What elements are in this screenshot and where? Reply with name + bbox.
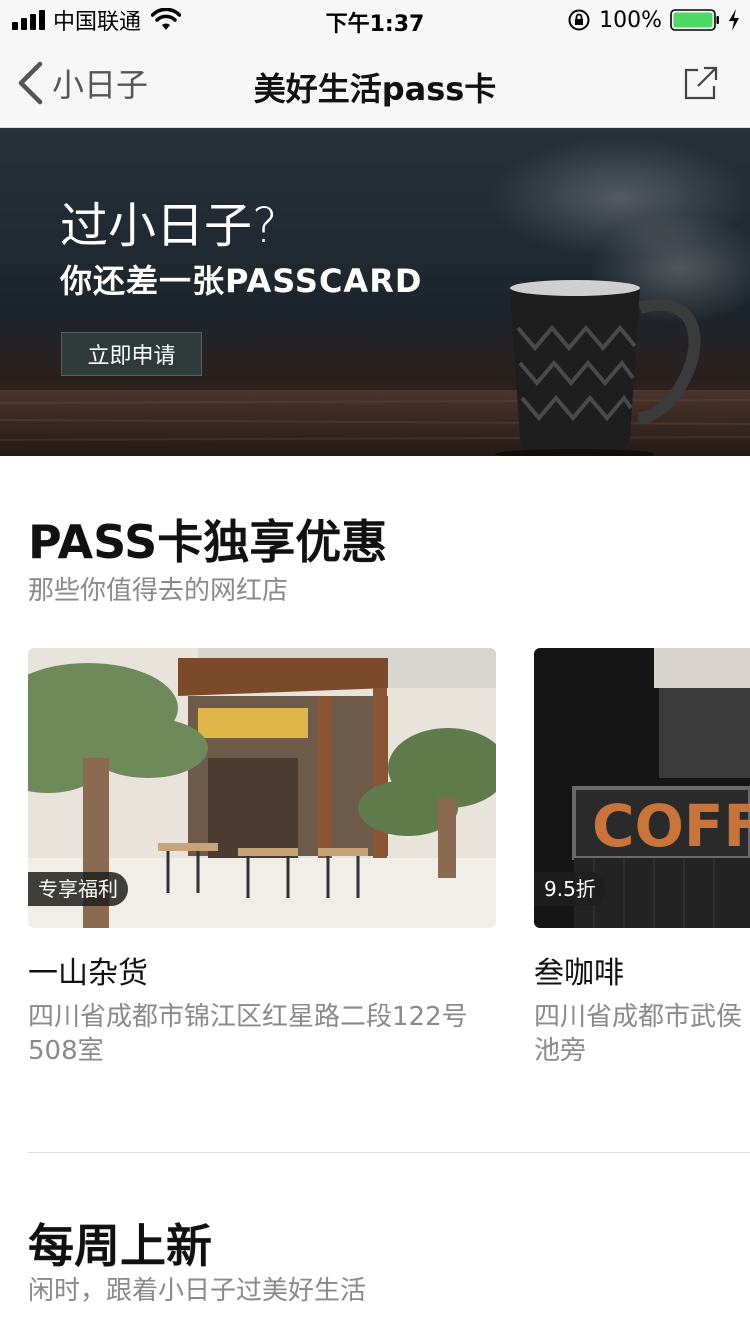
shop-card[interactable]: 专享福利 一山杂货 四川省成都市锦江区红星路二段122号508室 xyxy=(28,648,496,1068)
charging-bolt-icon xyxy=(729,9,739,31)
status-right: 100% xyxy=(567,6,740,34)
section-subtitle-offers: 那些你值得去的网红店 xyxy=(28,576,289,606)
banner-subtitle: 你还差一张PASSCARD xyxy=(60,262,423,300)
card-badge: 9.5折 xyxy=(534,872,606,906)
apply-now-button[interactable]: 立即申请 xyxy=(61,332,202,376)
shop-name: 叁咖啡 xyxy=(534,956,624,991)
rotation-lock-icon xyxy=(568,9,590,31)
coffee-cup-icon xyxy=(495,280,701,456)
battery-percent: 100% xyxy=(599,7,662,33)
section-subtitle-weekly: 闲时，跟着小日子过美好生活 xyxy=(28,1276,367,1306)
page-title: 美好生活pass卡 xyxy=(253,70,497,108)
status-bar: 中国联通 下午1:37 100% xyxy=(0,0,750,40)
svg-text:COFF: COFF xyxy=(592,792,750,860)
shop-photo: 专享福利 xyxy=(28,648,496,928)
battery-icon xyxy=(670,9,719,31)
section-title-offers: PASS卡独享优惠 xyxy=(28,515,388,569)
shop-photo: COFF 9.5折 xyxy=(534,648,750,928)
section-title-weekly: 每周上新 xyxy=(28,1219,212,1273)
shop-address: 四川省成都市武侯池旁 xyxy=(534,1002,743,1066)
navigation-bar: 小日子 美好生活pass卡 xyxy=(0,40,750,128)
banner-tagline: 过小日子? xyxy=(60,198,278,254)
share-icon[interactable] xyxy=(684,64,718,100)
shop-address: 四川省成都市锦江区红星路二段122号508室 xyxy=(28,1002,468,1066)
shop-card[interactable]: COFF 9.5折 叁咖啡 四川省成都市武侯池旁 xyxy=(534,648,750,1068)
card-badge: 专享福利 xyxy=(28,872,128,906)
passcard-banner[interactable]: 过小日子? 你还差一张PASSCARD 立即申请 xyxy=(0,128,750,456)
shop-name: 一山杂货 xyxy=(28,956,148,991)
section-divider xyxy=(28,1152,750,1153)
